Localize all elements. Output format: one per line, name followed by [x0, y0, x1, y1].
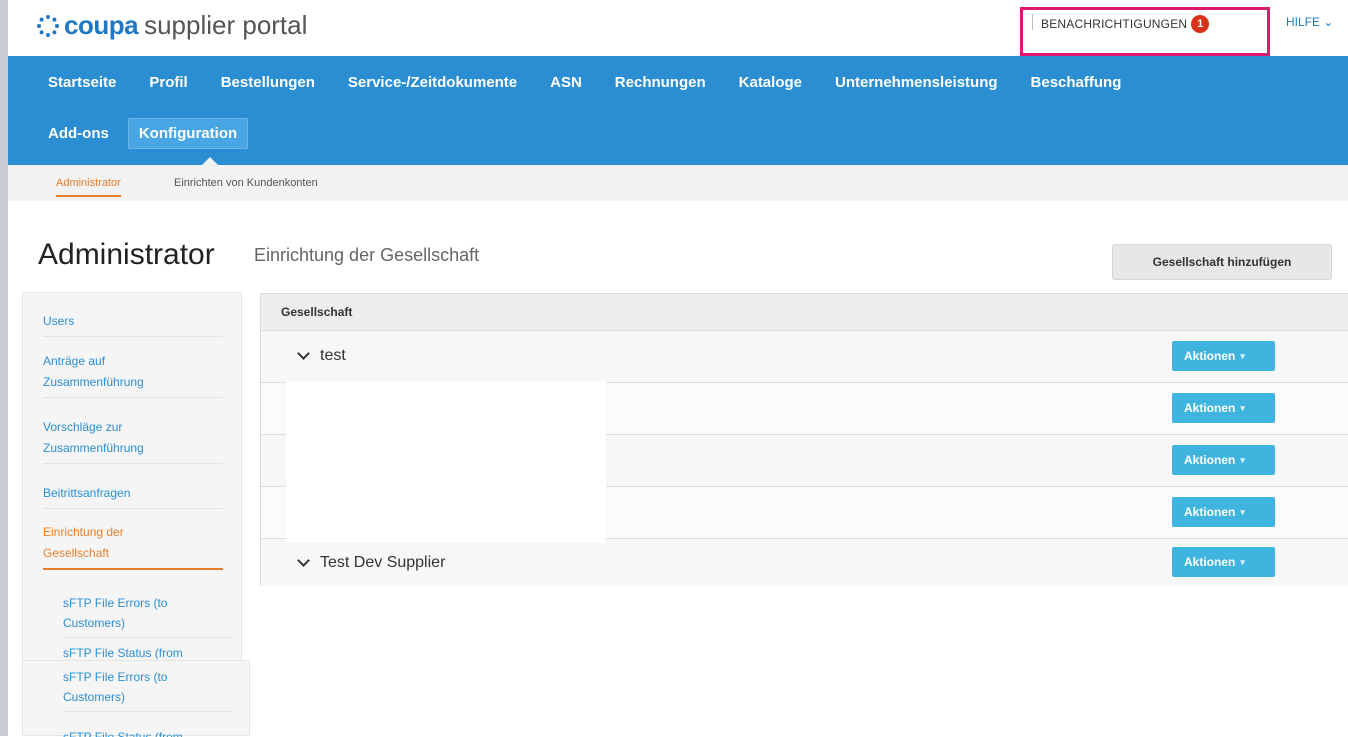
table-header: Gesellschaft [261, 294, 1348, 331]
column-header-company: Gesellschaft [281, 305, 353, 319]
sidebar-subitem-label: sFTP File Errors (to [63, 596, 168, 610]
sidebar-item-company-setup[interactable]: Einrichtung der Gesellschaft [43, 522, 223, 570]
nav-item-startseite[interactable]: Startseite [48, 74, 116, 91]
page-title: Administrator [38, 238, 215, 271]
sidebar-subitem-sftp-errors-dup[interactable]: sFTP File Errors (to Customers) [63, 667, 233, 712]
nav-item-profil[interactable]: Profil [149, 74, 187, 91]
actions-label: Aktionen [1184, 401, 1236, 415]
sidebar-item-users[interactable]: Users [43, 311, 223, 337]
sidebar-item-label: Users [43, 314, 75, 328]
actions-label: Aktionen [1184, 555, 1236, 569]
coupa-logo-icon [37, 14, 59, 37]
nav-item-kataloge[interactable]: Kataloge [739, 74, 802, 91]
sidebar-subitem-label: sFTP File Errors (to [63, 670, 168, 684]
notifications-count-badge: 1 [1191, 15, 1210, 33]
redacted-area [286, 381, 606, 543]
sidebar-item-label: Beitrittsanfragen [43, 486, 131, 500]
dropdown-caret-icon: ▾ [1240, 506, 1245, 517]
notifications-label: BENACHRICHTIGUNGEN [1041, 17, 1188, 31]
sidebar-item-label-line2: Zusammenführung [43, 441, 144, 455]
admin-sidebar: Users Anträge auf Zusammenführung Vorsch… [22, 292, 242, 672]
add-company-button[interactable]: Gesellschaft hinzufügen [1112, 244, 1332, 280]
dropdown-caret-icon: ▾ [1240, 350, 1245, 361]
sidebar-subitem-sftp-errors[interactable]: sFTP File Errors (to Customers) [63, 593, 233, 638]
subnav-administrator[interactable]: Administrator [56, 177, 121, 197]
subnav-kundenkonten[interactable]: Einrichten von Kundenkonten [174, 177, 318, 189]
actions-label: Aktionen [1184, 505, 1236, 519]
company-name: test [320, 347, 346, 364]
notifications-link[interactable]: BENACHRICHTIGUNGEN 1 [1041, 15, 1210, 33]
nav-item-beschaffung[interactable]: Beschaffung [1031, 74, 1122, 91]
coupa-logo[interactable]: coupa supplier portal [36, 10, 307, 41]
actions-button[interactable]: Aktionen ▾ [1172, 547, 1275, 577]
actions-button[interactable]: Aktionen ▾ [1172, 445, 1275, 475]
nav-item-asn[interactable]: ASN [550, 74, 582, 91]
dropdown-caret-icon: ▾ [1240, 454, 1245, 465]
chevron-down-icon [297, 554, 310, 567]
nav-item-unternehmensleistung[interactable]: Unternehmensleistung [835, 74, 998, 91]
sidebar-item-label-line2: Zusammenführung [43, 375, 144, 389]
header-divider [1032, 14, 1033, 30]
nav-item-konfiguration[interactable]: Konfiguration [127, 118, 249, 149]
company-name: Test Dev Supplier [320, 554, 446, 571]
dropdown-caret-icon: ▾ [1240, 556, 1245, 567]
main-navigation: Startseite Profil Bestellungen Service-/… [8, 56, 1348, 165]
page-subtitle: Einrichtung der Gesellschaft [254, 245, 480, 265]
sidebar-item-label: Anträge auf [43, 354, 106, 368]
nav-row-primary: Startseite Profil Bestellungen Service-/… [48, 74, 1154, 91]
window-left-edge [0, 0, 8, 736]
logo-portal-text: supplier portal [144, 10, 308, 40]
sidebar-item-label-line2: Gesellschaft [43, 546, 110, 560]
help-menu[interactable]: HILFE ⌄ [1286, 15, 1333, 29]
top-header: coupa supplier portal BENACHRICHTIGUNGEN… [8, 0, 1348, 56]
sidebar-item-merge-suggestions[interactable]: Vorschläge zur Zusammenführung [43, 417, 223, 464]
logo-brand-text: coupa [64, 10, 139, 40]
table-row: test Aktionen ▾ [261, 331, 1348, 383]
chevron-down-icon [297, 347, 310, 360]
actions-label: Aktionen [1184, 349, 1236, 363]
active-nav-caret [202, 157, 218, 165]
sub-navigation: Administrator Einrichten von Kundenkonte… [8, 165, 1348, 201]
sidebar-duplicate-fragment: sFTP File Errors (to Customers) sFTP Fil… [22, 660, 250, 737]
table-row: Test Dev Supplier Aktionen ▾ [261, 539, 1348, 586]
sidebar-subitem-sftp-status[interactable]: sFTP File Status (from [63, 643, 233, 659]
actions-button[interactable]: Aktionen ▾ [1172, 393, 1275, 423]
sidebar-item-label: Vorschläge zur [43, 420, 123, 434]
row-expand-toggle[interactable]: Test Dev Supplier [297, 554, 446, 572]
sidebar-item-merge-requests[interactable]: Anträge auf Zusammenführung [43, 351, 223, 398]
sidebar-subitem-label-line2: Customers) [63, 690, 126, 704]
actions-button[interactable]: Aktionen ▾ [1172, 341, 1275, 371]
row-expand-toggle[interactable]: test [297, 347, 346, 365]
sidebar-item-label: Einrichtung der [43, 525, 124, 539]
actions-button[interactable]: Aktionen ▾ [1172, 497, 1275, 527]
nav-item-service-zeitdokumente[interactable]: Service-/Zeitdokumente [348, 74, 517, 91]
dropdown-caret-icon: ▾ [1240, 402, 1245, 413]
sidebar-item-join-requests[interactable]: Beitrittsanfragen [43, 483, 223, 509]
nav-item-add-ons[interactable]: Add-ons [48, 125, 109, 142]
sidebar-subitem-label-line2: Customers) [63, 616, 126, 630]
actions-label: Aktionen [1184, 453, 1236, 467]
nav-row-secondary: Add-ons Konfiguration [48, 118, 281, 149]
nav-item-rechnungen[interactable]: Rechnungen [615, 74, 706, 91]
sidebar-subitem-label: sFTP File Status (from [63, 646, 183, 659]
nav-item-bestellungen[interactable]: Bestellungen [221, 74, 315, 91]
